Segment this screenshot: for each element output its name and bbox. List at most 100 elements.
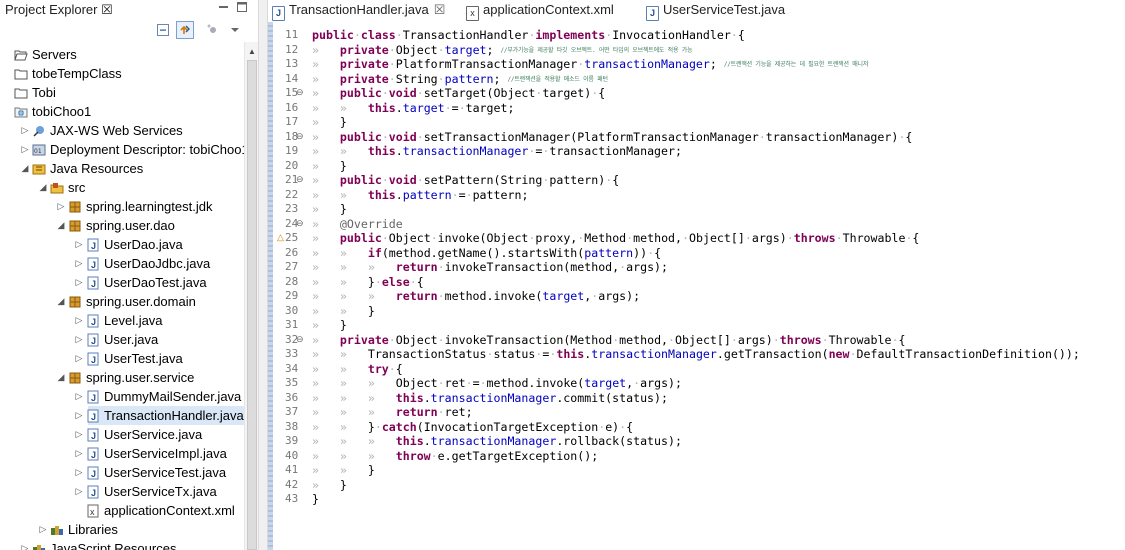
tree-item[interactable]: ◢ src [0,178,244,197]
link-with-editor-icon[interactable] [176,21,194,39]
code-token: TransactionStatus [367,347,487,361]
code-token: · [465,187,473,202]
code-token: » [312,216,340,231]
collapsed-arrow-icon[interactable]: ▷ [20,539,30,550]
tree-item[interactable]: ▷ J UserService.java [0,425,244,444]
code-token: .getTransaction( [716,347,829,361]
expanded-arrow-icon[interactable]: ◢ [56,216,66,235]
collapse-all-icon[interactable] [156,23,170,37]
tree-item[interactable]: tobeTempClass [0,64,244,83]
code-line: » } [312,318,347,333]
fold-toggle-icon[interactable]: ⊖ [296,174,304,185]
collapsed-arrow-icon[interactable]: ▷ [74,254,84,273]
view-sash[interactable] [258,0,268,550]
collapsed-arrow-icon[interactable]: ▷ [20,140,30,159]
collapsed-arrow-icon[interactable]: ▷ [74,463,84,482]
code-token: » [312,71,340,86]
tree-item[interactable]: ▷ J UserDaoTest.java [0,273,244,292]
expanded-arrow-icon[interactable]: ◢ [56,368,66,387]
fold-toggle-icon[interactable]: ⊖ [296,334,304,345]
expanded-arrow-icon[interactable]: ◢ [38,178,48,197]
code-token: Object[] [689,231,745,245]
collapsed-arrow-icon[interactable]: ▷ [38,520,48,539]
view-menu-icon[interactable] [228,23,242,37]
svg-text:J: J [91,336,96,346]
expanded-arrow-icon[interactable]: ◢ [20,159,30,178]
collapsed-arrow-icon[interactable]: ▷ [74,235,84,254]
tree-item[interactable]: ▷ J UserServiceTest.java [0,463,244,482]
scrollbar-thumb[interactable] [247,60,257,550]
code-keyword: throws [779,332,822,347]
fold-toggle-icon[interactable]: ⊖ [296,131,304,142]
tree-item[interactable]: ◢ Java Resources [0,159,244,178]
code-token: pattern) [549,173,606,187]
code-token: transactionManager) [765,129,899,144]
tree-item[interactable]: ▷ J UserDao.java [0,235,244,254]
tree-item[interactable]: ▷ JAX-WS Web Services [0,121,244,140]
code-token: } [339,318,347,332]
focus-icon[interactable] [206,23,220,37]
code-token: · [381,86,389,100]
tree-item[interactable]: ▷ JavaScript Resources [0,539,244,550]
code-area[interactable]: public·class·TransactionHandler·implemen… [312,22,1125,550]
collapsed-arrow-icon[interactable]: ▷ [74,311,84,330]
tree-item[interactable]: ▷ spring.learningtest.jdk [0,197,244,216]
svg-text:J: J [91,279,96,289]
collapsed-arrow-icon[interactable]: ▷ [74,444,84,463]
tree-item[interactable]: ◢ spring.user.domain [0,292,244,311]
code-token: invokeTransaction(Method [444,332,613,347]
editor-tab[interactable]: x applicationContext.xml [466,0,614,21]
code-keyword: public [339,86,382,100]
tree-item[interactable]: ▷ J Level.java [0,311,244,330]
code-line: » » this.target·=·target; [312,101,514,116]
code-token: · [486,347,494,361]
scroll-up-icon[interactable]: ▲ [248,47,256,56]
tree-item[interactable]: ◢ spring.user.service [0,368,244,387]
code-token: » » » [312,390,396,405]
fold-toggle-icon[interactable]: ⊖ [296,87,304,98]
line-number: 20 [285,158,299,172]
tree-item[interactable]: ▷ J User.java [0,330,244,349]
fold-toggle-icon[interactable]: ⊖ [296,218,304,229]
close-tab-icon[interactable]: ☒ [434,2,446,17]
code-token: (method.getName().startsWith( [381,245,585,260]
tree-item[interactable]: Tobi [0,83,244,102]
code-token: } [312,492,319,506]
collapsed-arrow-icon[interactable]: ▷ [74,406,84,425]
collapsed-arrow-icon[interactable]: ▷ [74,482,84,501]
tree-item[interactable]: ▷ Libraries [0,520,244,539]
code-line: » » this.pattern·=·pattern; [312,188,528,203]
collapsed-arrow-icon[interactable]: ▷ [74,349,84,368]
tree-item[interactable]: ▷ J TransactionHandler.java [76,406,244,425]
tree-item[interactable]: ▷ J UserDaoJdbc.java [0,254,244,273]
tree-item[interactable]: ▷ J UserServiceImpl.java [0,444,244,463]
tree-item[interactable]: x applicationContext.xml [0,501,244,520]
minimize-icon[interactable] [218,1,230,16]
code-token: setTarget(Object [423,86,536,100]
project-explorer-title[interactable]: Project Explorer ☒ [5,2,113,18]
project-explorer-tab[interactable]: Project Explorer ☒ [0,0,258,20]
tree-item[interactable]: tobiChoo1 [0,102,244,121]
tree-item[interactable]: ▷ 01 Deployment Descriptor: tobiChoo1 [0,140,244,159]
tree-item[interactable]: ▷ J DummyMailSender.java [0,387,244,406]
collapsed-arrow-icon[interactable]: ▷ [56,197,66,216]
expanded-arrow-icon[interactable]: ◢ [56,292,66,311]
override-marker-icon[interactable]: △ [277,232,284,243]
collapsed-arrow-icon[interactable]: ▷ [20,121,30,140]
tree-item[interactable]: Servers [0,45,244,64]
tree-item[interactable]: ◢ spring.user.dao [0,216,244,235]
maximize-icon[interactable] [236,1,248,16]
project-explorer-scrollbar[interactable]: ▲ [244,42,258,550]
collapsed-arrow-icon[interactable]: ▷ [74,425,84,444]
editor-tab[interactable]: J TransactionHandler.java ☒ [272,0,446,21]
code-token: transactionManager [591,347,717,361]
code-token: · [744,231,752,245]
tree-item[interactable]: ▷ J UserTest.java [0,349,244,368]
code-line: » » }·catch(InvocationTargetException·e)… [312,420,633,435]
tree-item[interactable]: ▷ J UserServiceTx.java [0,482,244,501]
code-token: = [472,376,480,390]
collapsed-arrow-icon[interactable]: ▷ [74,387,84,406]
collapsed-arrow-icon[interactable]: ▷ [74,273,84,292]
collapsed-arrow-icon[interactable]: ▷ [74,330,84,349]
editor-tab[interactable]: J UserServiceTest.java [646,0,785,21]
